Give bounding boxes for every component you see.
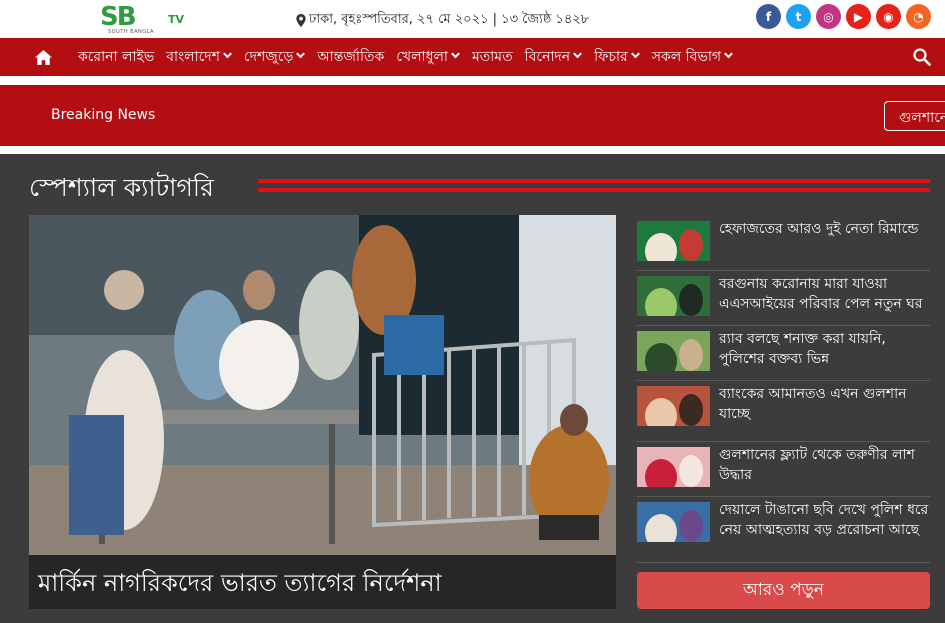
nav-item[interactable]: খেলাধুলা [396,45,460,69]
divider [0,146,945,154]
news-headline: ব্যাংকের আমানতও এখন গুলশান যাচ্ছে [719,386,907,422]
top-bar: SB TV SOUTH BANGLA ঢাকা, বৃহঃস্পতিবার, ২… [0,0,945,38]
chevron-down-icon [573,52,583,62]
side-news-item[interactable]: বরগুনায় করোনায় মারা যাওয়া এএসআইয়ের প… [637,271,930,326]
chevron-down-icon [296,52,306,62]
nav-item[interactable]: দেশজুড়ে [243,45,306,69]
breaking-news-bar: Breaking News গুলশানের [0,85,945,146]
hero-headline: মার্কিন নাগরিকদের ভারত ত্যাগের নির্দেশনা [38,569,442,597]
news-thumbnail [637,276,710,316]
news-thumbnail [637,331,710,371]
instagram-icon[interactable]: ◎ [816,4,841,29]
nav-item-label: করোনা লাইভ [78,49,155,65]
main-nav: করোনা লাইভ বাংলাদেশ দেশজুড়ে আন্তর্জাতিক খেল… [0,38,945,76]
nav-item-label: খেলাধুলা [396,49,448,65]
side-news-item[interactable]: দেয়ালে টাঙানো ছবি দেখে পুলিশ ধরে নেয় আ… [637,497,930,563]
nav-item-label: আন্তর্জাতিক [317,49,385,65]
news-headline: গুলশানের ফ্ল্যাট থেকে তরুণীর লাশ উদ্ধার [719,447,915,483]
news-headline: র‌্যাব বলছে শনাক্ত করা যায়নি, পুলিশের ব… [719,331,886,367]
breaking-ticker-item[interactable]: গুলশানের [884,101,945,131]
nav-item-label: বিনোদন [524,49,571,65]
home-button[interactable] [30,43,56,71]
nav-item[interactable]: সকল বিভাগ [651,45,734,69]
chevron-down-icon [451,52,460,62]
site-logo[interactable]: SB TV SOUTH BANGLA [100,3,190,35]
special-category-section: স্পেশ্যাল ক্যাটাগরি মার্কিন নাগরিকদের ভা… [0,154,945,623]
nav-item-label: সকল বিভাগ [651,49,722,65]
section-title: স্পেশ্যাল ক্যাটাগরি [29,173,214,202]
logo-tv: TV [168,13,185,26]
news-thumbnail [637,447,710,487]
news-thumbnail [637,386,710,426]
side-news-list: হেফাজতের আরও দুই নেতা রিমান্ডে বরগুনায় ক… [637,216,930,563]
news-thumbnail [637,502,710,542]
dateline: ঢাকা, বৃহঃস্পতিবার, ২৭ মে ২০২১ | ১৩ জ্যৈ… [296,10,589,31]
side-news-item[interactable]: র‌্যাব বলছে শনাক্ত করা যায়নি, পুলিশের ব… [637,326,930,381]
home-icon [34,49,52,65]
chevron-down-icon [630,52,640,62]
logo-subtitle: SOUTH BANGLA [108,29,154,35]
side-news-item[interactable]: ব্যাংকের আমানতও এখন গুলশান যাচ্ছে [637,381,930,442]
nav-item[interactable]: আন্তর্জাতিক [317,45,384,69]
news-headline: হেফাজতের আরও দুই নেতা রিমান্ডে [719,221,919,237]
hero-image[interactable] [29,215,616,555]
logo-mark: SB [100,2,137,32]
hero-photo [29,215,616,555]
nav-item-label: ফিচার [594,49,628,65]
youtube-icon[interactable]: ▶ [846,4,871,29]
nav-item[interactable]: ফিচার [594,45,640,69]
news-headline: দেয়ালে টাঙানো ছবি দেখে পুলিশ ধরে নেয় আ… [719,502,929,538]
news-headline: বরগুনায় করোনায় মারা যাওয়া এএসআইয়ের প… [719,276,923,312]
rss-icon[interactable]: ◔ [906,4,931,29]
nav-item-label: মতামত [471,49,513,65]
nav-item[interactable]: বাংলাদেশ [166,45,232,69]
chevron-down-icon [724,52,734,62]
hero-caption[interactable]: মার্কিন নাগরিকদের ভারত ত্যাগের নির্দেশনা [29,555,616,609]
divider [0,76,945,85]
nav-item[interactable]: মতামত [472,45,513,69]
side-news-item[interactable]: গুলশানের ফ্ল্যাট থেকে তরুণীর লাশ উদ্ধার [637,442,930,497]
podcast-icon[interactable]: ◉ [876,4,901,29]
social-links: f t ◎ ▶ ◉ ◔ [756,4,931,29]
news-thumbnail [637,221,710,261]
nav-item[interactable]: বিনোদন [525,45,583,69]
title-decor-lines [258,179,930,197]
location-pin-icon [296,14,306,27]
nav-item-label: বাংলাদেশ [166,49,220,65]
facebook-icon[interactable]: f [756,4,781,29]
search-icon[interactable] [913,48,931,66]
chevron-down-icon [222,52,232,62]
nav-item-label: দেশজুড়ে [243,49,294,65]
read-more-button[interactable]: আরও পড়ুন [637,572,930,609]
twitter-icon[interactable]: t [786,4,811,29]
side-news-item[interactable]: হেফাজতের আরও দুই নেতা রিমান্ডে [637,216,930,271]
nav-menu: করোনা লাইভ বাংলাদেশ দেশজুড়ে আন্তর্জাতিক খেল… [78,38,734,76]
breaking-label: Breaking News [51,107,156,123]
date-text: ঢাকা, বৃহঃস্পতিবার, ২৭ মে ২০২১ | ১৩ জ্যৈ… [309,12,590,27]
nav-item[interactable]: করোনা লাইভ [78,45,154,69]
